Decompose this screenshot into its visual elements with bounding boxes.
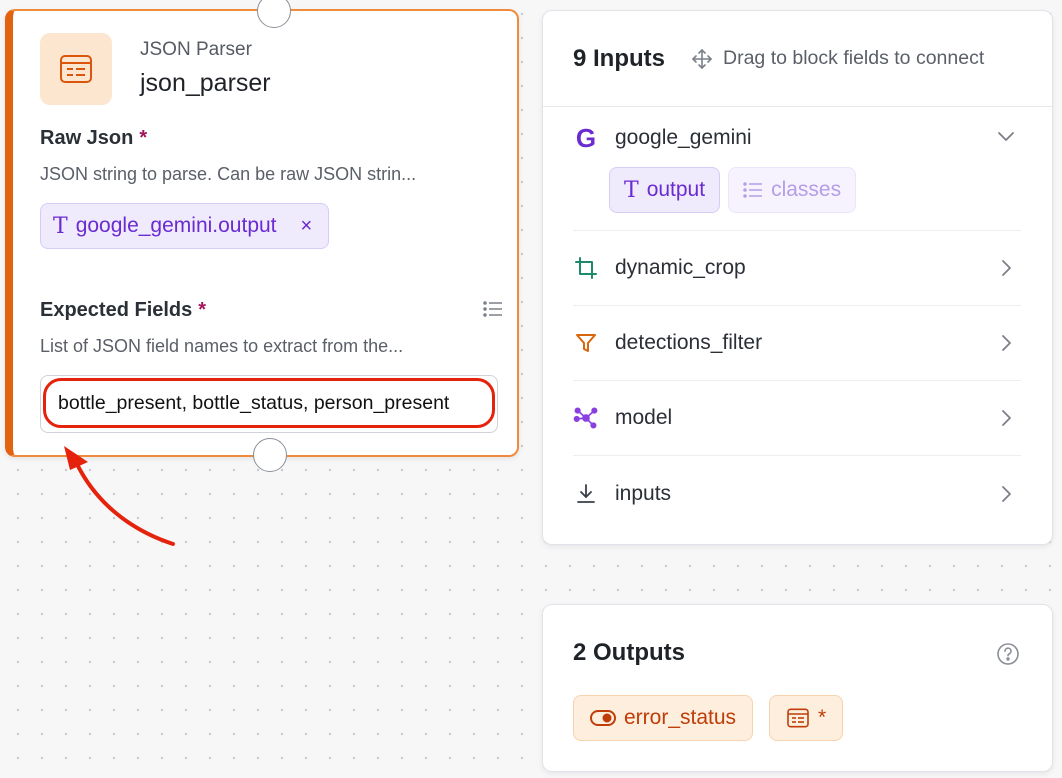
input-row-label: detections_filter [615, 331, 763, 354]
gemini-g-icon: G [575, 122, 597, 153]
input-row-dynamic-crop[interactable]: dynamic_crop [573, 231, 1021, 306]
drag-hint-text: Drag to block fields to connect [723, 47, 985, 69]
move-icon [691, 48, 713, 69]
input-row-label: google_gemini [615, 126, 752, 149]
inputs-title: 9 Inputs [573, 44, 666, 72]
chip-label: output [646, 178, 706, 201]
chip-label: error_status [624, 706, 737, 729]
expected-fields-description: List of JSON field names to extract from… [40, 336, 404, 356]
node-input-handle[interactable] [257, 0, 291, 28]
drag-hint: Drag to block fields to connect [691, 47, 984, 70]
required-marker: * [139, 127, 148, 149]
input-row-label: dynamic_crop [615, 256, 746, 279]
chevron-right-icon[interactable] [995, 257, 1017, 279]
chevron-right-icon[interactable] [995, 483, 1017, 505]
node-type-label: JSON Parser [140, 39, 252, 60]
input-row-detections-filter[interactable]: detections_filter [573, 306, 1021, 381]
chip-label: * [818, 706, 827, 729]
inputs-header: 9 Inputs Drag to block fields to connect [543, 11, 1052, 107]
help-icon[interactable] [996, 642, 1020, 666]
classes-chip[interactable]: classes [728, 167, 857, 213]
outputs-title: 2 Outputs [573, 639, 685, 666]
close-icon[interactable]: × [301, 215, 313, 238]
raw-json-label-text: Raw Json [40, 127, 134, 149]
required-marker: * [198, 299, 207, 321]
input-row-inputs[interactable]: inputs [573, 456, 1021, 531]
download-icon [573, 483, 599, 505]
raw-json-label: Raw Json * [40, 127, 147, 150]
chip-label: google_gemini.output [75, 214, 277, 237]
outputs-panel: 2 Outputs error_status * [542, 604, 1053, 772]
node-output-handle[interactable] [253, 438, 287, 472]
json-parser-node[interactable]: JSON Parser json_parser Raw Json * JSON s… [5, 0, 519, 472]
expected-fields-label-text: Expected Fields [40, 299, 193, 321]
json-parser-icon [787, 708, 809, 728]
input-row-label: inputs [615, 481, 672, 505]
input-row-label: model [615, 406, 673, 429]
output-chip-wildcard[interactable]: * [769, 695, 844, 741]
output-chip[interactable]: T output [609, 167, 721, 213]
raw-json-connection-chip[interactable]: T google_gemini.output × [40, 203, 330, 249]
output-chip-error-status[interactable]: error_status [573, 695, 754, 741]
annotation-arrow-icon [64, 446, 175, 546]
list-icon[interactable] [483, 301, 503, 322]
crop-icon [573, 257, 599, 279]
chevron-right-icon[interactable] [995, 332, 1017, 354]
json-parser-icon [40, 33, 112, 105]
model-graph-icon [573, 406, 599, 430]
expected-fields-label: Expected Fields * [40, 299, 206, 322]
expected-fields-value[interactable]: bottle_present, bottle_status, person_pr… [43, 378, 495, 428]
input-row-google-gemini[interactable]: G google_gemini T output classes [573, 111, 1021, 231]
expected-fields-input[interactable]: bottle_present, bottle_status, person_pr… [40, 375, 498, 433]
raw-json-description: JSON string to parse. Can be raw JSON st… [40, 164, 417, 184]
filter-icon [573, 332, 599, 354]
toggle-icon [590, 710, 616, 726]
node-name: json_parser [140, 69, 271, 97]
text-type-icon: T [624, 177, 639, 203]
input-row-model[interactable]: model [573, 381, 1021, 456]
inputs-panel: 9 Inputs Drag to block fields to connect… [542, 10, 1053, 545]
list-icon [743, 182, 763, 198]
chip-label: classes [771, 178, 842, 201]
chevron-down-icon[interactable] [995, 125, 1017, 147]
chevron-right-icon[interactable] [995, 407, 1017, 429]
text-type-icon: T [53, 213, 68, 239]
